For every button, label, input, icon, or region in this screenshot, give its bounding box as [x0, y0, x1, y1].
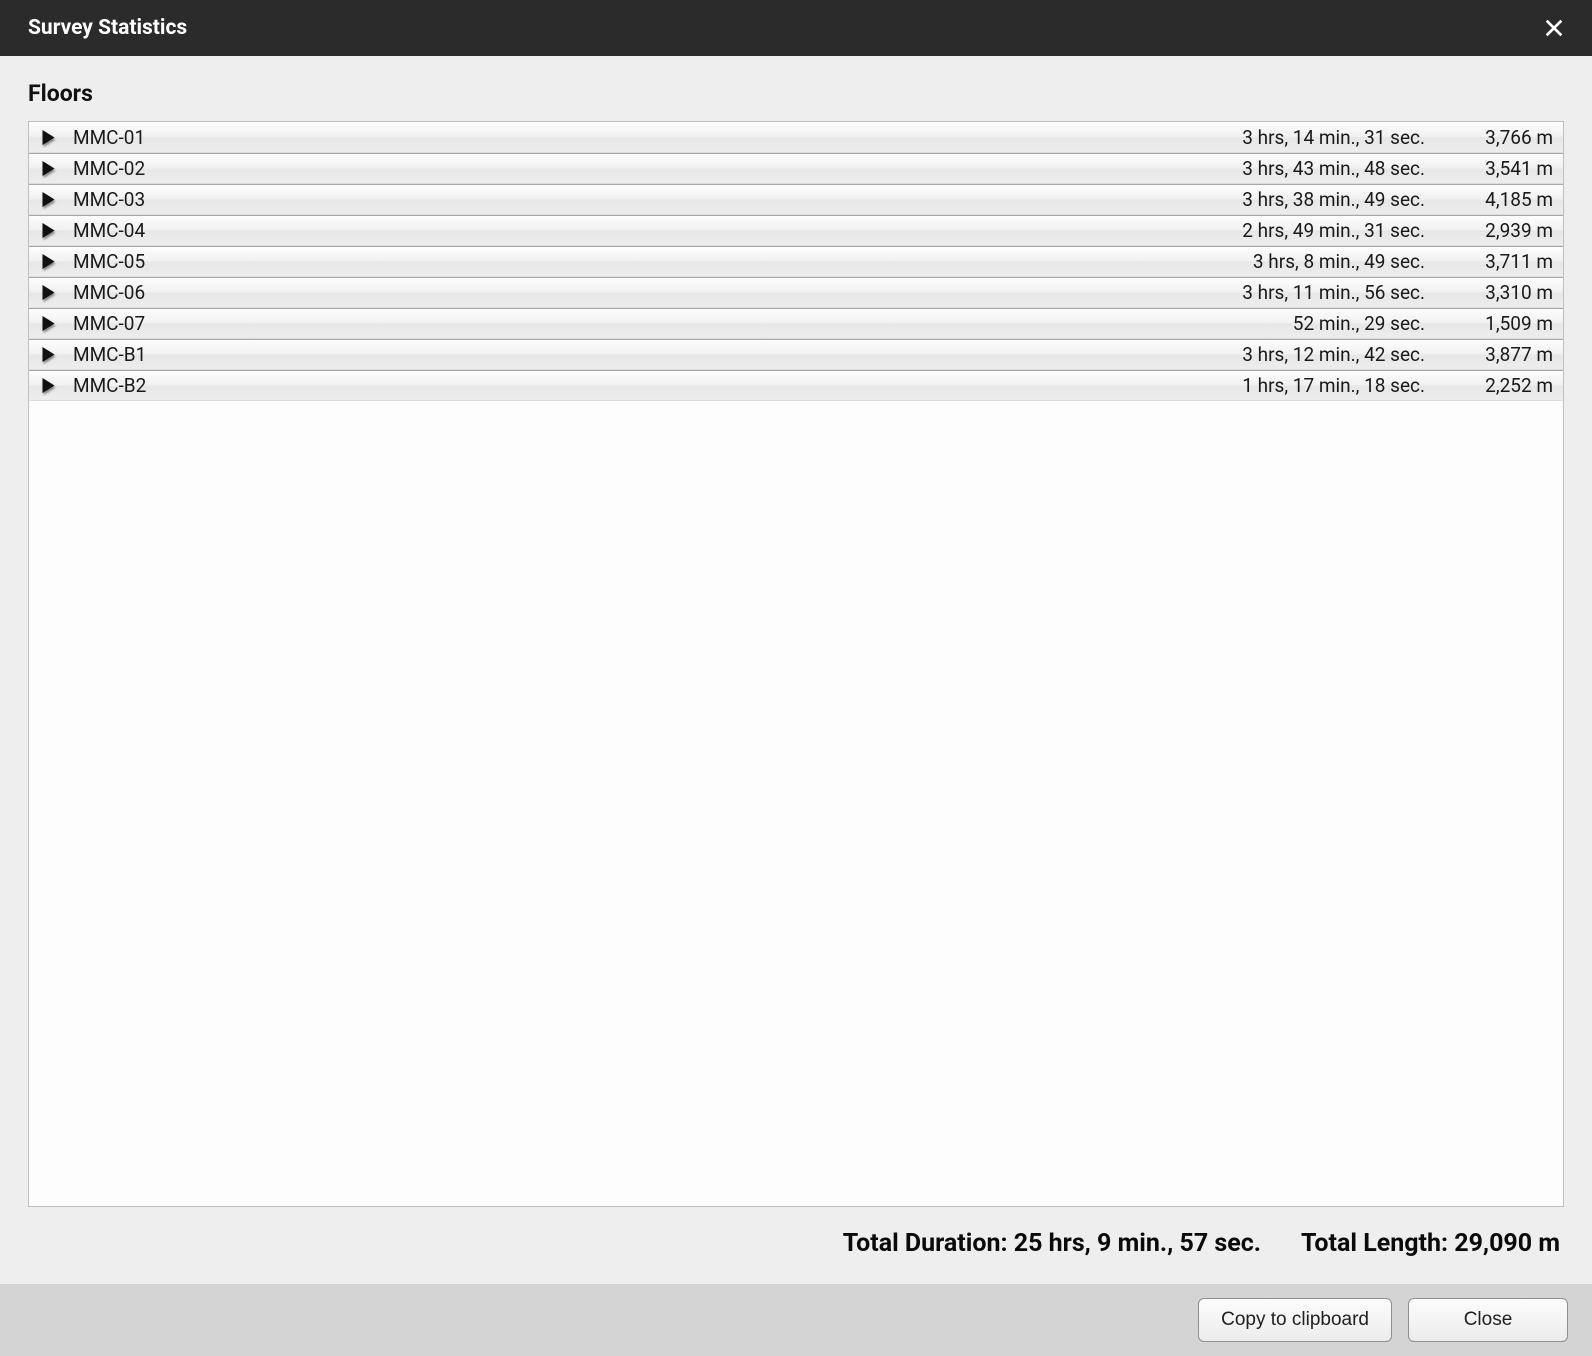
floor-name: MMC-03 [73, 188, 1183, 211]
floor-length: 3,711 m [1443, 250, 1553, 273]
floor-name: MMC-02 [73, 157, 1183, 180]
expand-icon[interactable] [37, 223, 59, 238]
close-icon[interactable] [1540, 14, 1568, 42]
floor-name: MMC-04 [73, 219, 1183, 242]
floor-row[interactable]: MMC-042 hrs, 49 min., 31 sec.2,939 m [29, 215, 1563, 246]
floor-length: 3,541 m [1443, 157, 1553, 180]
floor-row[interactable]: MMC-B21 hrs, 17 min., 18 sec.2,252 m [29, 370, 1563, 401]
floor-length: 3,877 m [1443, 343, 1553, 366]
total-length-label: Total Length: [1301, 1229, 1448, 1258]
expand-icon[interactable] [37, 192, 59, 207]
floor-length: 3,310 m [1443, 281, 1553, 304]
floor-duration: 3 hrs, 11 min., 56 sec. [1183, 281, 1443, 304]
expand-icon[interactable] [37, 254, 59, 269]
floor-length: 2,252 m [1443, 374, 1553, 397]
floor-duration: 2 hrs, 49 min., 31 sec. [1183, 219, 1443, 242]
floor-duration: 3 hrs, 8 min., 49 sec. [1183, 250, 1443, 273]
footer-bar: Copy to clipboard Close [0, 1284, 1592, 1356]
floor-row[interactable]: MMC-033 hrs, 38 min., 49 sec.4,185 m [29, 184, 1563, 215]
floor-duration: 3 hrs, 43 min., 48 sec. [1183, 157, 1443, 180]
floor-row[interactable]: MMC-B13 hrs, 12 min., 42 sec.3,877 m [29, 339, 1563, 370]
expand-icon[interactable] [37, 130, 59, 145]
content-area: Floors MMC-013 hrs, 14 min., 31 sec.3,76… [0, 56, 1592, 1284]
floor-name: MMC-07 [73, 312, 1183, 335]
floor-row[interactable]: MMC-023 hrs, 43 min., 48 sec.3,541 m [29, 153, 1563, 184]
floor-duration: 1 hrs, 17 min., 18 sec. [1183, 374, 1443, 397]
floor-length: 4,185 m [1443, 188, 1553, 211]
totals-bar: Total Duration: 25 hrs, 9 min., 57 sec. … [28, 1207, 1564, 1276]
total-duration-value: 25 hrs, 9 min., 57 sec. [1014, 1229, 1261, 1258]
floor-name: MMC-B1 [73, 343, 1183, 366]
floor-row[interactable]: MMC-063 hrs, 11 min., 56 sec.3,310 m [29, 277, 1563, 308]
floor-name: MMC-01 [73, 126, 1183, 149]
floor-length: 1,509 m [1443, 312, 1553, 335]
floor-row[interactable]: MMC-013 hrs, 14 min., 31 sec.3,766 m [29, 122, 1563, 153]
total-duration-label: Total Duration: [843, 1229, 1008, 1258]
total-length: Total Length: 29,090 m [1301, 1229, 1560, 1258]
floor-row[interactable]: MMC-053 hrs, 8 min., 49 sec.3,711 m [29, 246, 1563, 277]
window-title: Survey Statistics [28, 16, 187, 40]
expand-icon[interactable] [37, 347, 59, 362]
section-title: Floors [28, 80, 1564, 107]
copy-to-clipboard-button[interactable]: Copy to clipboard [1198, 1298, 1392, 1342]
expand-icon[interactable] [37, 316, 59, 331]
total-duration: Total Duration: 25 hrs, 9 min., 57 sec. [843, 1229, 1261, 1258]
floor-row[interactable]: MMC-0752 min., 29 sec.1,509 m [29, 308, 1563, 339]
floor-duration: 52 min., 29 sec. [1183, 312, 1443, 335]
total-length-value: 29,090 m [1454, 1229, 1560, 1258]
floor-name: MMC-06 [73, 281, 1183, 304]
floor-length: 3,766 m [1443, 126, 1553, 149]
floor-name: MMC-B2 [73, 374, 1183, 397]
expand-icon[interactable] [37, 161, 59, 176]
floor-name: MMC-05 [73, 250, 1183, 273]
expand-icon[interactable] [37, 285, 59, 300]
floor-duration: 3 hrs, 38 min., 49 sec. [1183, 188, 1443, 211]
close-button[interactable]: Close [1408, 1298, 1568, 1342]
floor-length: 2,939 m [1443, 219, 1553, 242]
floor-duration: 3 hrs, 12 min., 42 sec. [1183, 343, 1443, 366]
floor-duration: 3 hrs, 14 min., 31 sec. [1183, 126, 1443, 149]
title-bar: Survey Statistics [0, 0, 1592, 56]
floor-list: MMC-013 hrs, 14 min., 31 sec.3,766 mMMC-… [28, 121, 1564, 1207]
expand-icon[interactable] [37, 378, 59, 393]
